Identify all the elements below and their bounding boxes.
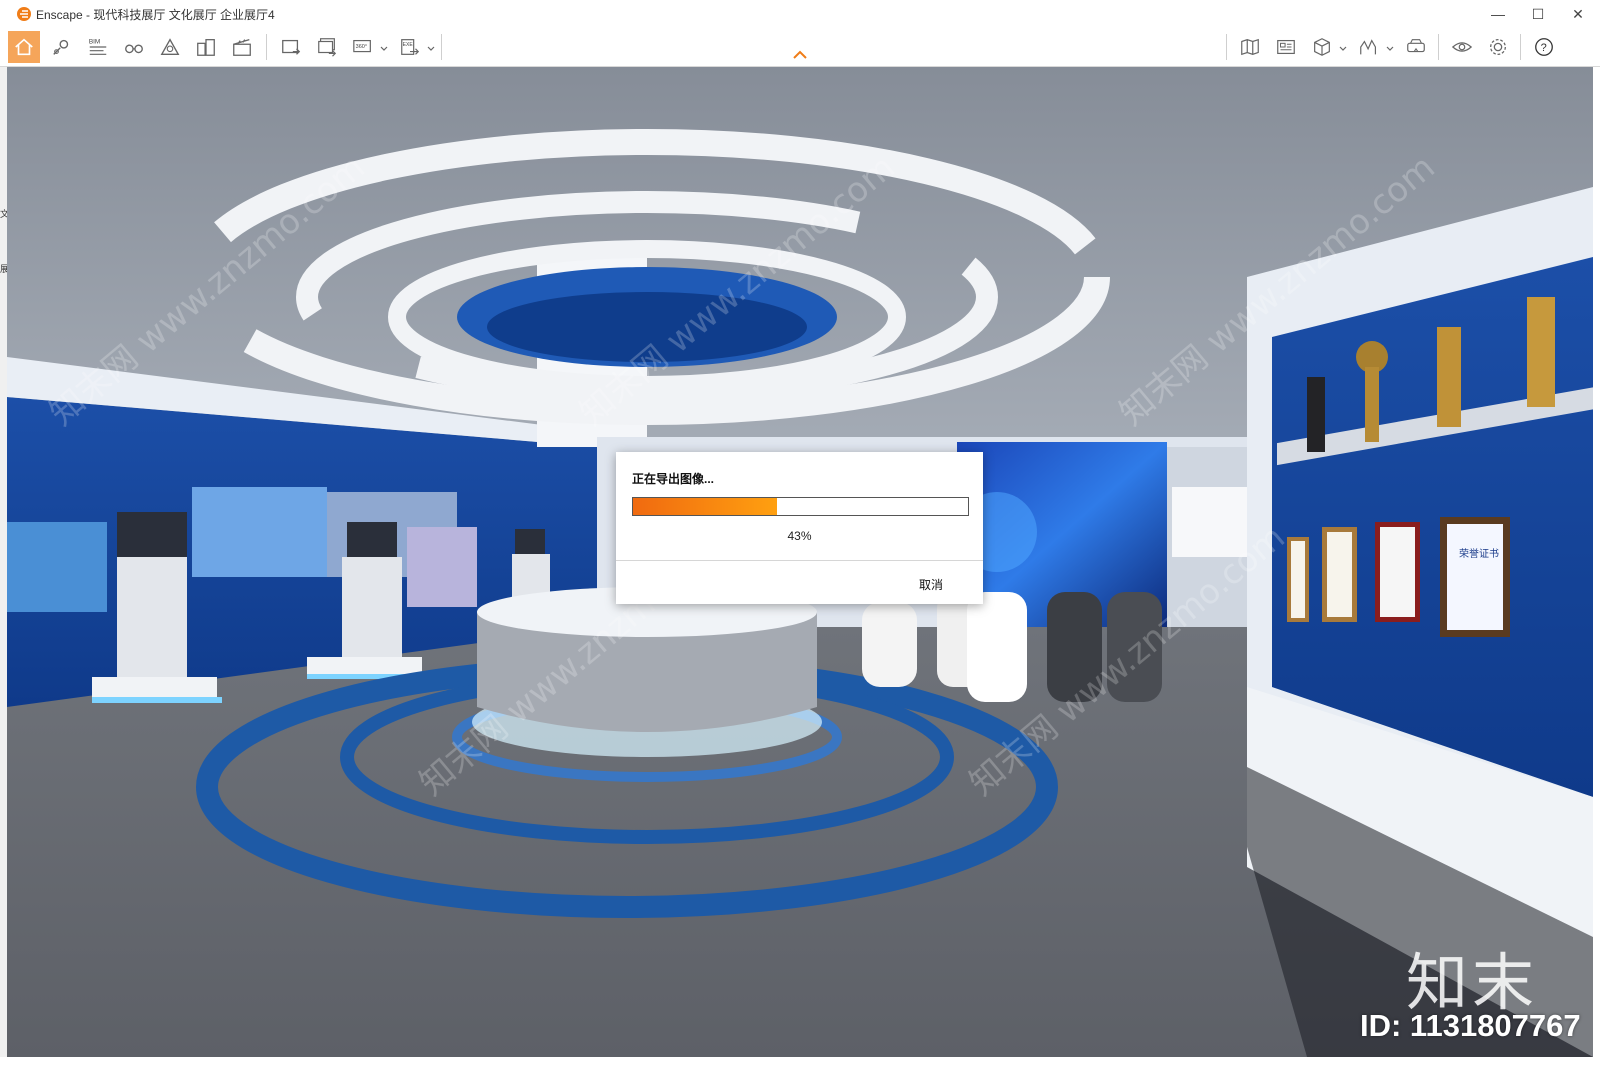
visual-settings-button[interactable] <box>1446 31 1478 63</box>
binoculars-button[interactable] <box>118 31 150 63</box>
collapse-toolbar-icon[interactable] <box>792 50 808 60</box>
chevron-down-icon[interactable] <box>427 46 435 52</box>
buildings-button[interactable] <box>190 31 222 63</box>
chevron-down-icon[interactable] <box>1386 46 1394 52</box>
progress-fill <box>633 498 778 515</box>
toolbar-separator <box>266 34 267 60</box>
enscape-window: Enscape - 现代科技展厅 文化展厅 企业展厅4 — ☐ ✕ BIM 36… <box>0 0 1600 1065</box>
chevron-down-icon[interactable] <box>1339 46 1347 52</box>
dialog-title: 正在导出图像... <box>632 472 715 486</box>
batch-render-button[interactable] <box>311 31 343 63</box>
minimize-icon: — <box>1491 6 1505 22</box>
dialog-divider <box>616 560 983 561</box>
binoculars-icon <box>125 44 143 54</box>
location-pin-icon <box>53 39 69 55</box>
title-bar: Enscape - 现代科技展厅 文化展厅 企业展厅4 — ☐ ✕ <box>0 0 1600 28</box>
vr-headset-icon <box>1407 39 1425 53</box>
video-editor-button[interactable] <box>226 31 258 63</box>
sun-path-button[interactable] <box>1353 31 1385 63</box>
material-button[interactable] <box>1270 31 1302 63</box>
minimize-button[interactable]: — <box>1478 0 1518 28</box>
close-button[interactable]: ✕ <box>1558 0 1598 28</box>
pano-label: 360° <box>356 44 367 50</box>
watermark-id: ID: 1131807767 <box>1360 1008 1581 1043</box>
buildings-icon <box>197 39 215 56</box>
bim-button[interactable]: BIM <box>82 31 114 63</box>
cancel-button[interactable]: 取消 <box>906 576 956 593</box>
close-icon: ✕ <box>1572 5 1584 22</box>
window-title: Enscape - 现代科技展厅 文化展厅 企业展厅4 <box>36 8 275 22</box>
mountain-icon <box>160 38 180 56</box>
toolbar-separator <box>1520 34 1521 60</box>
toolbar-separator <box>441 34 442 60</box>
eye-icon <box>1451 42 1473 52</box>
batch-render-icon <box>318 38 337 57</box>
settings-button[interactable] <box>1482 31 1514 63</box>
gear-icon <box>1490 39 1506 55</box>
home-icon <box>15 38 33 56</box>
maximize-icon: ☐ <box>1531 5 1545 22</box>
panorama-button[interactable]: 360° <box>347 31 379 63</box>
progress-percent-text: 43% <box>787 529 812 543</box>
export-progress-dialog: 正在导出图像... 43% 取消 <box>616 452 983 604</box>
views-button[interactable] <box>46 31 78 63</box>
export-progress-bar <box>632 497 969 516</box>
bim-label: BIM <box>89 38 100 45</box>
help-button[interactable]: ? <box>1528 31 1560 63</box>
maximize-button[interactable]: ☐ <box>1518 0 1558 28</box>
map-button[interactable] <box>1234 31 1266 63</box>
enscape-logo-icon <box>17 7 31 21</box>
exe-label: EXE <box>403 42 414 48</box>
certificate-text: 荣誉证书 <box>1459 547 1499 560</box>
toolbar-separator <box>1226 34 1227 60</box>
image-export-icon <box>282 39 301 55</box>
exe-export-icon: EXE <box>401 39 420 55</box>
material-panel-icon <box>1277 39 1295 55</box>
bim-icon: BIM <box>89 38 107 55</box>
chart-wave-icon <box>1360 39 1377 55</box>
vr-button[interactable] <box>1400 31 1432 63</box>
map-icon <box>1241 38 1259 56</box>
toolbar-separator <box>1438 34 1439 60</box>
asset-library-button[interactable] <box>1306 31 1338 63</box>
host-app-strip: 文 展 <box>0 67 9 1057</box>
chevron-down-icon[interactable] <box>380 46 388 52</box>
clapperboard-icon <box>233 39 251 56</box>
exe-export-button[interactable]: EXE <box>394 31 426 63</box>
cube-icon <box>1314 38 1330 56</box>
toolbar: BIM 360° EXE ? <box>0 28 1600 67</box>
screenshot-button[interactable] <box>275 31 307 63</box>
panorama-360-icon: 360° <box>353 39 371 53</box>
atmosphere-button[interactable] <box>154 31 186 63</box>
home-button[interactable] <box>8 31 40 63</box>
help-glyph: ? <box>1541 42 1547 54</box>
help-icon: ? <box>1535 38 1553 56</box>
